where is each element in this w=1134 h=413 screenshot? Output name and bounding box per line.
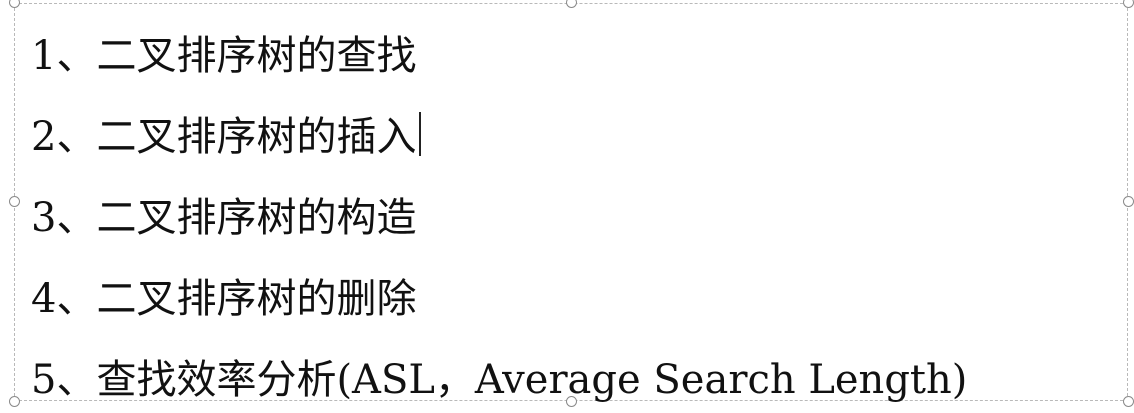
- list-item-search[interactable]: 1、二叉排序树的查找: [31, 26, 967, 107]
- resize-handle-bottom-right[interactable]: [1123, 396, 1134, 407]
- list-item-construct[interactable]: 3、二叉排序树的构造: [31, 188, 967, 269]
- text-cursor: [419, 112, 422, 156]
- list-item-label: 2、二叉排序树的插入: [31, 114, 417, 160]
- outline-list: 1、二叉排序树的查找 2、二叉排序树的插入 3、二叉排序树的构造 4、二叉排序树…: [31, 26, 967, 413]
- list-item-label: 5、查找效率分析(ASL，Average Search Length): [31, 357, 968, 403]
- list-item-insert[interactable]: 2、二叉排序树的插入: [31, 107, 967, 188]
- slide-canvas: 1、二叉排序树的查找 2、二叉排序树的插入 3、二叉排序树的构造 4、二叉排序树…: [0, 0, 1134, 413]
- list-item-label: 3、二叉排序树的构造: [31, 195, 417, 241]
- resize-handle-middle-left[interactable]: [9, 196, 20, 207]
- list-item-asl[interactable]: 5、查找效率分析(ASL，Average Search Length): [31, 350, 967, 413]
- resize-handle-top-right[interactable]: [1123, 0, 1134, 8]
- list-item-label: 1、二叉排序树的查找: [31, 33, 417, 79]
- text-box[interactable]: 1、二叉排序树的查找 2、二叉排序树的插入 3、二叉排序树的构造 4、二叉排序树…: [14, 3, 1128, 403]
- resize-handle-bottom-left[interactable]: [9, 396, 20, 407]
- list-item-delete[interactable]: 4、二叉排序树的删除: [31, 269, 967, 350]
- resize-handle-middle-right[interactable]: [1123, 196, 1134, 207]
- list-item-label: 4、二叉排序树的删除: [31, 276, 417, 322]
- resize-handle-bottom-center[interactable]: [566, 396, 577, 407]
